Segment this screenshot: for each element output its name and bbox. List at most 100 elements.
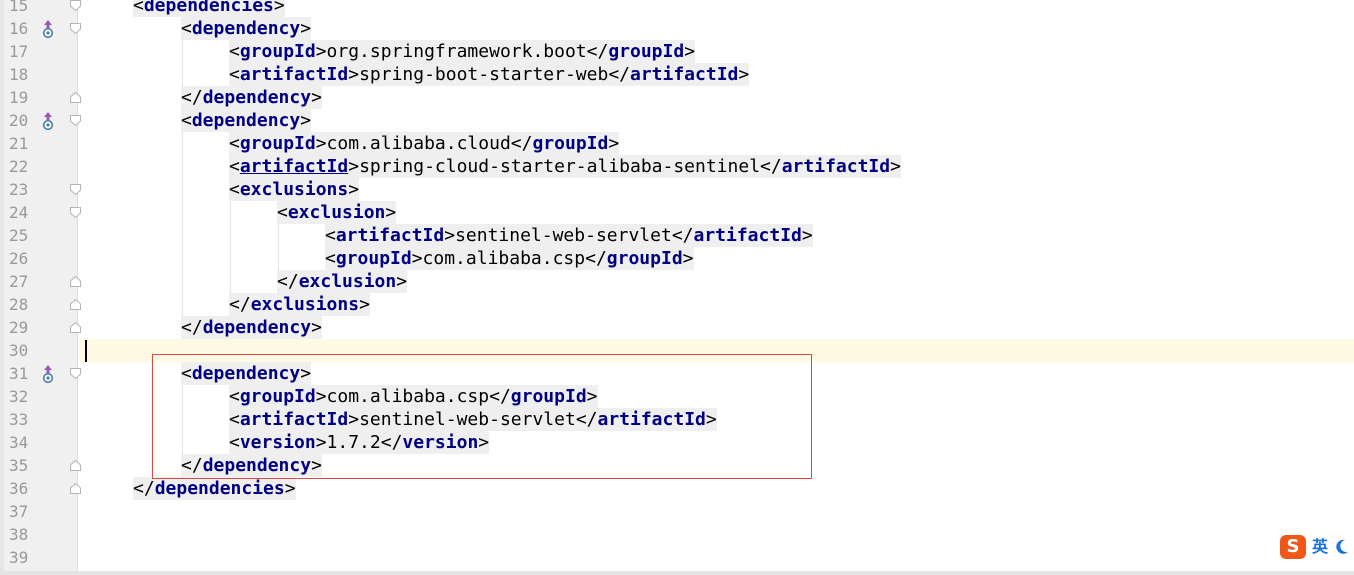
- gutter-row: 33: [0, 408, 78, 431]
- line-number: 39: [9, 548, 29, 567]
- xml-bracket: </: [608, 64, 630, 85]
- ime-mode-label[interactable]: 英: [1312, 535, 1328, 559]
- code-line[interactable]: <artifactId>spring-boot-starter-web</art…: [79, 63, 1354, 86]
- line-number: 18: [9, 65, 29, 84]
- code-line[interactable]: <exclusions>: [79, 178, 1354, 201]
- xml-tag-name: groupId: [239, 41, 316, 62]
- xml-bracket: </: [760, 156, 782, 177]
- code-editor[interactable]: 15 16 17 18 19 20 21 22 23 24 25 26 27 28 29 30 31 32 33 34…: [0, 0, 1354, 575]
- gutter-row: 35: [0, 454, 81, 477]
- code-line[interactable]: </exclusions>: [79, 293, 1354, 316]
- xml-bracket: >: [385, 202, 397, 223]
- maven-dependency-icon[interactable]: [42, 20, 54, 38]
- xml-bracket: >: [284, 478, 296, 499]
- code-line[interactable]: </dependencies>: [79, 477, 1354, 500]
- code-line[interactable]: </dependency>: [79, 86, 1354, 109]
- code-line[interactable]: </exclusion>: [79, 270, 1354, 293]
- xml-bracket: <: [229, 64, 240, 85]
- line-number: 33: [9, 410, 29, 429]
- gutter-row: 16: [0, 17, 81, 40]
- gutter-row: 22: [0, 155, 78, 178]
- xml-tag-name: exclusions: [239, 179, 349, 200]
- ime-status-bar[interactable]: S 英: [1278, 534, 1354, 562]
- code-line[interactable]: <groupId>com.alibaba.cloud</groupId>: [79, 132, 1354, 155]
- gutter-row: 27: [0, 270, 81, 293]
- xml-tag-name: artifactId: [239, 64, 349, 85]
- code-line[interactable]: [79, 523, 1354, 546]
- xml-bracket: </: [510, 133, 533, 154]
- xml-bracket: </: [277, 271, 299, 292]
- line-number: 28: [9, 295, 29, 314]
- xml-tag-name: dependency: [202, 87, 312, 108]
- code-line[interactable]: <dependency>: [79, 17, 1354, 40]
- code-line[interactable]: </dependency>: [79, 316, 1354, 339]
- gutter-row: 37: [0, 500, 78, 523]
- text-caret: [85, 340, 87, 362]
- xml-text-value: com.alibaba.cloud: [326, 133, 511, 154]
- maven-dependency-icon[interactable]: [42, 365, 54, 383]
- code-line[interactable]: <artifactId > spring-cloud-starter-alibaba…: [79, 155, 1354, 178]
- code-line[interactable]: <dependency>: [79, 109, 1354, 132]
- code-line[interactable]: <artifactId>sentinel-web-servlet</artifa…: [79, 224, 1354, 247]
- xml-tag-name: groupId: [239, 133, 316, 154]
- xml-bracket: >: [315, 133, 327, 154]
- xml-bracket: >: [682, 248, 694, 269]
- gutter-row: 25: [0, 224, 78, 247]
- xml-bracket: >: [273, 0, 285, 16]
- xml-bracket: <: [325, 225, 336, 246]
- gutter-row: 36: [0, 477, 81, 500]
- moon-icon[interactable]: [1335, 539, 1349, 555]
- xml-bracket: >: [738, 64, 750, 85]
- gutter-row: 38: [0, 523, 78, 546]
- xml-tag-name: dependency: [202, 317, 312, 338]
- line-number: 38: [9, 525, 29, 544]
- xml-tag-name: groupId: [335, 248, 412, 269]
- xml-bracket: <: [229, 41, 240, 62]
- xml-bracket: <: [181, 110, 192, 131]
- gutter-row: 15: [0, 0, 81, 17]
- xml-tag-name: dependency: [191, 110, 301, 131]
- code-content: <dependency>: [181, 17, 312, 40]
- xml-bracket: <: [277, 202, 288, 223]
- xml-bracket: >: [444, 225, 456, 246]
- xml-bracket: <: [229, 156, 240, 177]
- code-line[interactable]: <exclusion>: [79, 201, 1354, 224]
- line-number: 29: [9, 318, 29, 337]
- code-content: <groupId>com.alibaba.cloud</groupId>: [229, 132, 620, 155]
- line-number: 16: [9, 19, 29, 38]
- xml-bracket: <: [133, 0, 144, 16]
- xml-tag-name: dependencies: [154, 478, 285, 499]
- code-line[interactable]: [79, 500, 1354, 523]
- gutter-row: 23: [0, 178, 81, 201]
- xml-text-value: spring-cloud-starter-alibaba-sentinel: [359, 156, 761, 177]
- xml-tag-name: dependencies: [143, 0, 274, 16]
- line-number: 22: [9, 157, 29, 176]
- code-content: <groupId>com.alibaba.csp</groupId>: [325, 247, 694, 270]
- xml-bracket: </: [181, 317, 203, 338]
- xml-text-value: sentinel-web-servlet: [455, 225, 672, 246]
- gutter-row: 39: [0, 546, 78, 569]
- code-content: <exclusion>: [277, 201, 397, 224]
- xml-bracket: >: [315, 41, 327, 62]
- xml-tag-name: artifactId: [335, 225, 445, 246]
- xml-bracket: </: [133, 478, 155, 499]
- code-line[interactable]: <dependencies>: [79, 0, 1354, 17]
- code-content: </dependencies>: [133, 477, 296, 500]
- gutter-row: 24: [0, 201, 81, 224]
- xml-bracket: >: [311, 317, 322, 338]
- ime-logo[interactable]: S: [1280, 535, 1306, 559]
- xml-bracket: </: [585, 248, 607, 269]
- xml-bracket: >: [890, 156, 901, 177]
- code-line[interactable]: <groupId>com.alibaba.csp</groupId>: [79, 247, 1354, 270]
- gutter-row: 28: [0, 293, 81, 316]
- xml-bracket: <: [229, 179, 240, 200]
- xml-bracket: </: [229, 294, 251, 315]
- maven-dependency-icon[interactable]: [42, 112, 54, 130]
- code-line[interactable]: [79, 546, 1354, 569]
- code-line[interactable]: <groupId>org.springframework.boot</group…: [79, 40, 1354, 63]
- code-content: </exclusions>: [229, 293, 370, 316]
- xml-tag-name: artifactId: [239, 156, 349, 177]
- horizontal-scrollbar[interactable]: [0, 571, 1354, 575]
- xml-bracket: </: [181, 87, 203, 108]
- code-content: <artifactId>sentinel-web-servlet</artifa…: [325, 224, 813, 247]
